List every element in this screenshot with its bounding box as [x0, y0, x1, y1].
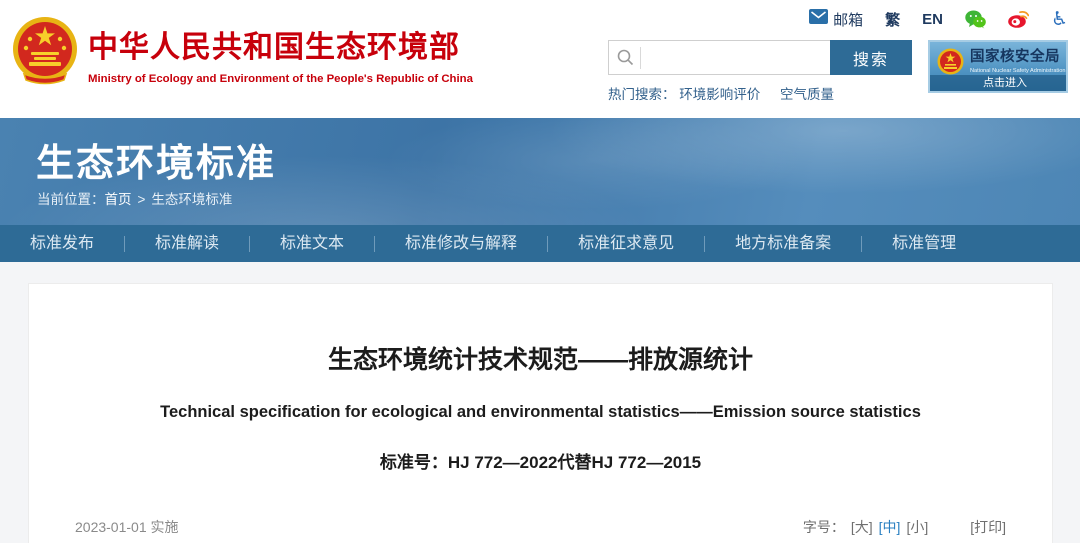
nav-item-standard-interpretation[interactable]: 标准解读 [125, 225, 249, 262]
accessibility-icon[interactable]: ♿ [1051, 10, 1068, 29]
nnsa-name-cn: 国家核安全局 [970, 49, 1060, 65]
search-icon [617, 49, 634, 66]
nnsa-emblem-icon [937, 48, 964, 75]
standard-number: 标准号：HJ 772—2022代替HJ 772—2015 [379, 453, 702, 472]
font-size-large-button[interactable]: [大] [851, 517, 873, 537]
nav-item-local-standard-filing[interactable]: 地方标准备案 [705, 225, 861, 262]
breadcrumb-separator: > [137, 192, 146, 207]
search-box: 搜索 [608, 40, 912, 75]
site-name-en: Ministry of Ecology and Environment of t… [88, 73, 473, 85]
breadcrumb-label: 当前位置： [37, 192, 105, 207]
hot-search-row: 热门搜索： 环境影响评价 空气质量 [608, 83, 912, 103]
nnsa-name-en: National Nuclear Safety Administration [970, 68, 1066, 74]
nav-item-standard-management[interactable]: 标准管理 [862, 225, 986, 262]
standards-nav: 标准发布 标准解读 标准文本 标准修改与解释 标准征求意见 地方标准备案 标准管… [0, 225, 1080, 262]
search-input[interactable] [647, 42, 830, 73]
hot-search-label: 热门搜索： [608, 87, 676, 102]
text-cursor [640, 46, 641, 69]
utility-bar: 邮箱 繁 EN ♿ [787, 7, 1068, 31]
font-size-label: 字号： [802, 519, 845, 535]
mail-icon [809, 9, 829, 29]
article-title-en: Technical specification for ecological a… [160, 403, 921, 421]
english-toggle[interactable]: EN [922, 11, 943, 28]
hot-search-link-eia[interactable]: 环境影响评价 [679, 87, 760, 102]
nav-item-standard-release[interactable]: 标准发布 [0, 225, 124, 262]
search-field-wrap [608, 40, 830, 75]
article-meta-row: 2023-01-01 实施 字号： [大] [中] [小] [打印] [75, 517, 1006, 537]
search-button[interactable]: 搜索 [830, 40, 912, 75]
implementation-date: 2023-01-01 实施 [75, 519, 179, 535]
article-title-cn: 生态环境统计技术规范——排放源统计 [327, 346, 753, 374]
nnsa-entry-badge[interactable]: 国家核安全局 National Nuclear Safety Administr… [928, 40, 1068, 93]
weibo-icon[interactable] [1008, 10, 1029, 28]
font-size-medium-button[interactable]: [中] [879, 517, 901, 537]
breadcrumb: 当前位置：首页 > 生态环境标准 [37, 188, 232, 208]
hot-search-link-air[interactable]: 空气质量 [780, 87, 834, 102]
nnsa-enter-label: 点击进入 [930, 75, 1066, 91]
main-area: 生态环境统计技术规范——排放源统计 Technical specificatio… [0, 262, 1080, 543]
article-card: 生态环境统计技术规范——排放源统计 Technical specificatio… [28, 283, 1053, 543]
section-banner: 生态环境标准 当前位置：首页 > 生态环境标准 [0, 118, 1080, 225]
site-name-cn: 中华人民共和国生态环境部 [88, 31, 460, 64]
breadcrumb-home-link[interactable]: 首页 [105, 192, 132, 207]
page-title: 生态环境标准 [36, 143, 277, 185]
font-size-small-button[interactable]: [小] [906, 517, 928, 537]
traditional-chinese-toggle[interactable]: 繁 [885, 9, 900, 30]
nav-item-standard-amendment[interactable]: 标准修改与解释 [375, 225, 547, 262]
nav-item-standard-text[interactable]: 标准文本 [250, 225, 374, 262]
print-button[interactable]: [打印] [970, 517, 1006, 537]
breadcrumb-current: 生态环境标准 [151, 192, 233, 207]
mail-link[interactable]: 邮箱 [809, 9, 863, 30]
national-emblem [12, 16, 78, 86]
mail-label: 邮箱 [833, 11, 864, 29]
wechat-icon[interactable] [965, 10, 986, 29]
site-header: 中华人民共和国生态环境部 Ministry of Ecology and Env… [0, 0, 1080, 118]
nav-item-standard-comments[interactable]: 标准征求意见 [548, 225, 704, 262]
